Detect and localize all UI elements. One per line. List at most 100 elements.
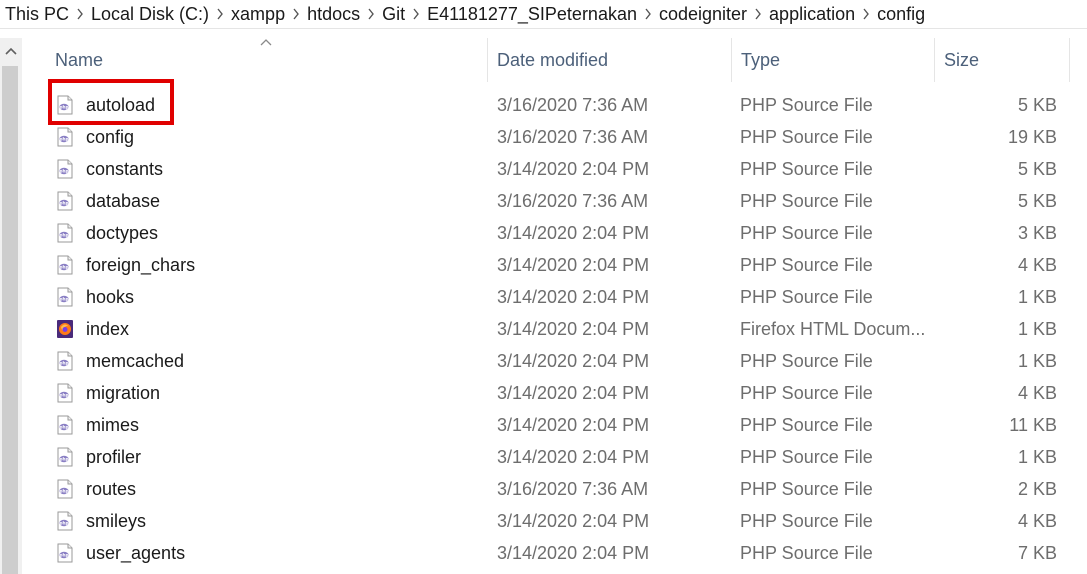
breadcrumb[interactable]: This PC Local Disk (C:) xampp htdocs Git E411… [0,0,1087,29]
file-date-modified: 3/14/2020 2:04 PM [497,222,650,243]
file-type: PHP Source File [740,254,873,275]
svg-text:php: php [60,105,69,110]
file-date-modified: 3/14/2020 2:04 PM [497,414,650,435]
file-name: database [86,190,161,211]
scroll-thumb[interactable] [2,66,18,574]
column-divider[interactable] [1069,38,1070,82]
file-row[interactable]: php memcached 3/14/2020 2:04 PM PHP Source … [22,345,1087,377]
file-name-cell[interactable]: php mimes [56,409,486,441]
file-name: migration [86,382,161,403]
svg-text:php: php [60,489,69,494]
breadcrumb-item[interactable]: Git [376,4,411,25]
file-name: config [86,126,135,147]
file-name: autoload [86,94,156,115]
chevron-right-icon[interactable] [75,0,85,28]
file-date-modified: 3/14/2020 2:04 PM [497,446,650,467]
breadcrumb-item[interactable]: htdocs [301,4,366,25]
file-row[interactable]: php profiler 3/14/2020 2:04 PM PHP Source F… [22,441,1087,473]
chevron-right-icon[interactable] [643,0,653,28]
file-size: 1 KB [1017,318,1057,339]
vertical-scrollbar[interactable] [0,38,22,574]
file-size: 4 KB [1017,510,1057,531]
file-date-modified: 3/16/2020 7:36 AM [497,478,649,499]
column-header-name[interactable]: Name [46,38,487,82]
chevron-right-icon[interactable] [291,0,301,28]
breadcrumb-item[interactable]: Local Disk (C:) [85,4,215,25]
php-file-icon: php [56,223,74,243]
file-type: PHP Source File [740,350,873,371]
file-row[interactable]: php mimes 3/14/2020 2:04 PM PHP Source File… [22,409,1087,441]
file-row[interactable]: php smileys 3/14/2020 2:04 PM PHP Source Fi… [22,505,1087,537]
php-file-icon: php [56,287,74,307]
chevron-up-icon [5,47,17,55]
file-size: 11 KB [1009,414,1057,435]
breadcrumb-item[interactable]: xampp [225,4,291,25]
php-file-icon: php [56,191,74,211]
file-name-cell[interactable]: php user_agents [56,537,486,569]
file-name-cell[interactable]: php constants [56,153,486,185]
php-file-icon: php [56,415,74,435]
breadcrumb-item[interactable]: E41181277_SIPeternakan [421,4,643,25]
file-name-cell[interactable]: php profiler [56,441,486,473]
file-name-cell[interactable]: php autoload [56,89,486,121]
file-row[interactable]: php constants 3/14/2020 2:04 PM PHP Source … [22,153,1087,185]
file-name-cell[interactable]: php memcached [56,345,486,377]
file-name-cell[interactable]: index [56,313,486,345]
svg-text:php: php [60,457,69,462]
chevron-right-icon[interactable] [753,0,763,28]
svg-text:php: php [60,553,69,558]
file-row[interactable]: php user_agents 3/14/2020 2:04 PM PHP Sourc… [22,537,1087,569]
file-size: 2 KB [1017,478,1057,499]
file-date-modified: 3/14/2020 2:04 PM [497,382,650,403]
file-size: 5 KB [1017,158,1057,179]
file-name: mimes [86,414,139,435]
file-name-cell[interactable]: php hooks [56,281,486,313]
chevron-right-icon[interactable] [366,0,376,28]
file-row[interactable]: php doctypes 3/14/2020 2:04 PM PHP Source F… [22,217,1087,249]
file-date-modified: 3/16/2020 7:36 AM [497,190,649,211]
file-name-cell[interactable]: php foreign_chars [56,249,486,281]
breadcrumb-item[interactable]: config [871,4,931,25]
file-name: hooks [86,286,135,307]
file-type: Firefox HTML Docum... [740,318,925,339]
file-row[interactable]: php foreign_chars 3/14/2020 2:04 PM PHP Sou… [22,249,1087,281]
chevron-right-icon[interactable] [215,0,225,28]
svg-text:php: php [60,297,69,302]
breadcrumb-item[interactable]: application [763,4,861,25]
file-row[interactable]: php routes 3/16/2020 7:36 AM PHP Source Fil… [22,473,1087,505]
file-name-cell[interactable]: php config [56,121,486,153]
file-type: PHP Source File [740,94,873,115]
scroll-up-button[interactable] [0,38,22,64]
chevron-right-icon[interactable] [411,0,421,28]
file-row[interactable]: php autoload 3/16/2020 7:36 AM PHP Source F… [22,89,1087,121]
file-name: foreign_chars [86,254,196,275]
file-date-modified: 3/14/2020 2:04 PM [497,510,650,531]
php-file-icon: php [56,383,74,403]
file-name-cell[interactable]: php doctypes [56,217,486,249]
file-name-cell[interactable]: php migration [56,377,486,409]
file-row[interactable]: php config 3/16/2020 7:36 AM PHP Source Fil… [22,121,1087,153]
file-row[interactable]: php migration 3/14/2020 2:04 PM PHP Source … [22,377,1087,409]
file-date-modified: 3/16/2020 7:36 AM [497,94,649,115]
file-row[interactable]: php database 3/16/2020 7:36 AM PHP Source F… [22,185,1087,217]
column-header-size[interactable]: Size [934,38,1069,82]
breadcrumb-item[interactable]: This PC [0,4,75,25]
file-name-cell[interactable]: php database [56,185,486,217]
chevron-right-icon[interactable] [861,0,871,28]
file-row[interactable]: index 3/14/2020 2:04 PM Firefox HTML Docum… [22,313,1087,345]
file-name: index [86,318,130,339]
breadcrumb-item[interactable]: codeigniter [653,4,753,25]
file-name-cell[interactable]: php routes [56,473,486,505]
file-date-modified: 3/14/2020 2:04 PM [497,286,650,307]
file-type: PHP Source File [740,478,873,499]
svg-text:php: php [60,233,69,238]
file-type: PHP Source File [740,158,873,179]
svg-text:php: php [60,137,69,142]
column-header-date-modified[interactable]: Date modified [487,38,731,82]
svg-text:php: php [60,361,69,366]
column-header-type[interactable]: Type [731,38,934,82]
file-row[interactable]: php hooks 3/14/2020 2:04 PM PHP Source File… [22,281,1087,313]
svg-text:php: php [60,425,69,430]
file-name-cell[interactable]: php smileys [56,505,486,537]
svg-text:php: php [60,265,69,270]
